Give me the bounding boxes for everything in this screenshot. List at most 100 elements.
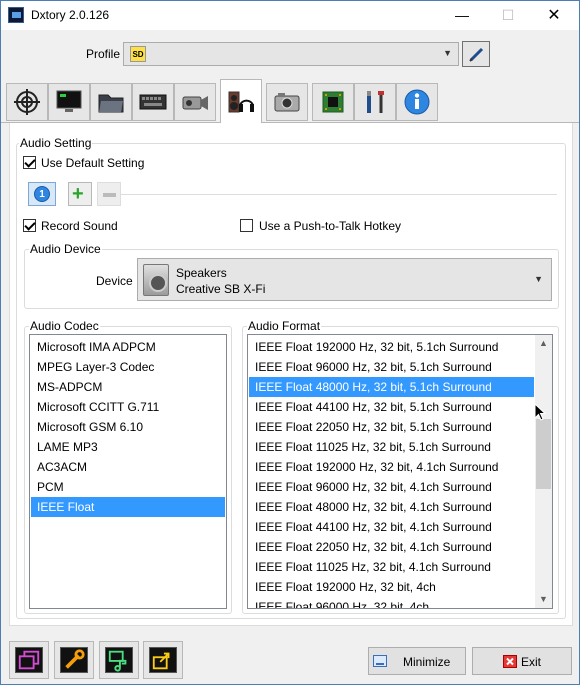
use-default-setting-label: Use Default Setting [41, 156, 145, 170]
tab-movie[interactable] [174, 83, 216, 121]
format-list-item[interactable]: IEEE Float 11025 Hz, 32 bit, 5.1ch Surro… [249, 437, 534, 457]
format-list-item[interactable]: IEEE Float 96000 Hz, 32 bit, 4ch [249, 597, 534, 608]
profile-label: Profile [86, 47, 121, 61]
plus-icon: + [72, 183, 84, 205]
push-to-talk-checkbox[interactable] [240, 219, 253, 232]
crosshair-icon [14, 89, 40, 115]
tab-display[interactable] [48, 83, 90, 121]
scrollbar-thumb[interactable] [536, 419, 551, 489]
slot-number: 1 [34, 186, 50, 202]
codec-list-item[interactable]: Microsoft CCITT G.711 [31, 397, 225, 417]
monitor-icon [56, 90, 82, 112]
tab-overlay[interactable] [6, 83, 48, 121]
window-maximize-button[interactable]: ☐ [485, 1, 531, 30]
camera-icon [274, 93, 300, 112]
dxtory-app-icon [8, 7, 24, 23]
camcorder-icon [182, 96, 208, 110]
codec-list-item[interactable]: LAME MP3 [31, 437, 225, 457]
tab-folder[interactable] [90, 83, 132, 121]
codec-list-item[interactable]: MS-ADPCM [31, 377, 225, 397]
info-icon [404, 89, 430, 115]
slot-separator [121, 194, 557, 195]
minus-icon [103, 193, 116, 197]
format-list-item[interactable]: IEEE Float 22050 Hz, 32 bit, 4.1ch Surro… [249, 537, 534, 557]
tab-info[interactable] [396, 83, 438, 121]
chevron-down-icon: ▼ [443, 48, 452, 58]
tab-advanced[interactable] [312, 83, 354, 121]
minimize-button[interactable]: Minimize [368, 647, 466, 675]
device-name: Speakers [176, 266, 227, 280]
tab-screenshot[interactable] [266, 83, 308, 121]
format-list-item[interactable]: IEEE Float 192000 Hz, 32 bit, 5.1ch Surr… [249, 337, 534, 357]
format-list-item[interactable]: IEEE Float 11025 Hz, 32 bit, 4.1ch Surro… [249, 557, 534, 577]
export-button[interactable] [143, 641, 183, 679]
scroll-down-icon[interactable]: ▼ [535, 591, 552, 608]
format-list-item[interactable]: IEEE Float 96000 Hz, 32 bit, 4.1ch Surro… [249, 477, 534, 497]
profile-select[interactable]: SD ▼ [123, 42, 459, 66]
audio-slot-1-button[interactable]: 1 [28, 182, 56, 206]
format-list-item[interactable]: IEEE Float 44100 Hz, 32 bit, 5.1ch Surro… [249, 397, 534, 417]
audio-device-label: Audio Device [29, 242, 102, 256]
format-list-item[interactable]: IEEE Float 192000 Hz, 32 bit, 4.1ch Surr… [249, 457, 534, 477]
settings-button[interactable] [54, 641, 94, 679]
audio-speaker-headphones-icon [228, 91, 254, 113]
folder-icon [98, 94, 124, 113]
minimize-button-label: Minimize [403, 655, 451, 669]
overlay-windows-button[interactable] [9, 641, 49, 679]
codec-list-item[interactable]: Microsoft IMA ADPCM [31, 337, 225, 357]
device-detail: Creative SB X-Fi [176, 282, 266, 296]
format-list-item[interactable]: IEEE Float 48000 Hz, 32 bit, 4.1ch Surro… [249, 497, 534, 517]
push-to-talk-label: Use a Push-to-Talk Hotkey [259, 219, 402, 233]
tools-icon [367, 91, 384, 113]
audio-format-label: Audio Format [247, 319, 322, 333]
audio-codec-label: Audio Codec [29, 319, 100, 333]
format-list-scrollbar[interactable]: ▲ ▼ [535, 335, 552, 608]
video-audio-icon [105, 647, 133, 673]
export-icon [149, 647, 177, 673]
format-list-item[interactable]: IEEE Float 192000 Hz, 32 bit, 4ch [249, 577, 534, 597]
exit-button[interactable]: Exit [472, 647, 572, 675]
format-list-item[interactable]: IEEE Float 48000 Hz, 32 bit, 5.1ch Surro… [249, 377, 534, 397]
keyboard-icon [139, 94, 167, 110]
add-audio-slot-button[interactable]: + [68, 182, 92, 206]
device-label: Device [96, 274, 133, 288]
settings-wrench-icon [60, 647, 88, 673]
video-audio-button[interactable] [99, 641, 139, 679]
tab-audio[interactable] [220, 79, 262, 123]
format-list-item[interactable]: IEEE Float 22050 Hz, 32 bit, 5.1ch Surro… [249, 417, 534, 437]
use-default-setting-checkbox[interactable] [23, 156, 36, 169]
app-window: Dxtory 2.0.126 — ☐ ✕ Profile SD ▼ Audio … [0, 0, 580, 685]
speaker-icon [143, 264, 169, 296]
window-title: Dxtory 2.0.126 [31, 8, 110, 22]
scroll-up-icon[interactable]: ▲ [535, 335, 552, 352]
title-bar: Dxtory 2.0.126 — ☐ ✕ [1, 1, 579, 30]
codec-list-item[interactable]: Microsoft GSM 6.10 [31, 417, 225, 437]
feature-tabs [1, 79, 579, 123]
codec-list-item[interactable]: AC3ACM [31, 457, 225, 477]
exit-button-label: Exit [521, 655, 542, 669]
audio-format-list[interactable]: IEEE Float 192000 Hz, 32 bit, 5.1ch Surr… [247, 334, 553, 609]
close-icon [503, 655, 517, 668]
pencil-icon [469, 47, 484, 62]
record-sound-checkbox[interactable] [23, 219, 36, 232]
profile-sd-icon: SD [130, 46, 146, 62]
window-minimize-button[interactable]: — [439, 1, 485, 30]
codec-list-item[interactable]: MPEG Layer-3 Codec [31, 357, 225, 377]
codec-list-item[interactable]: PCM [31, 477, 225, 497]
record-sound-label: Record Sound [41, 219, 118, 233]
codec-list-item[interactable]: IEEE Float [31, 497, 225, 517]
audio-device-select[interactable]: Speakers Creative SB X-Fi ▼ [137, 258, 552, 301]
window-close-button[interactable]: ✕ [531, 1, 577, 30]
format-list-item[interactable]: IEEE Float 96000 Hz, 32 bit, 5.1ch Surro… [249, 357, 534, 377]
minimize-window-icon [373, 655, 387, 667]
tab-hotkey[interactable] [132, 83, 174, 121]
audio-codec-list[interactable]: Microsoft IMA ADPCM MPEG Layer-3 Codec MS-… [29, 334, 227, 609]
chevron-down-icon: ▼ [534, 274, 543, 284]
format-list-item[interactable]: IEEE Float 44100 Hz, 32 bit, 4.1ch Surro… [249, 517, 534, 537]
tab-tools[interactable] [354, 83, 396, 121]
audio-setting-label: Audio Setting [19, 136, 93, 150]
overlay-windows-icon [15, 647, 43, 673]
remove-audio-slot-button[interactable] [97, 182, 121, 206]
edit-profile-button[interactable] [462, 41, 490, 67]
mouse-cursor-icon [534, 403, 546, 421]
